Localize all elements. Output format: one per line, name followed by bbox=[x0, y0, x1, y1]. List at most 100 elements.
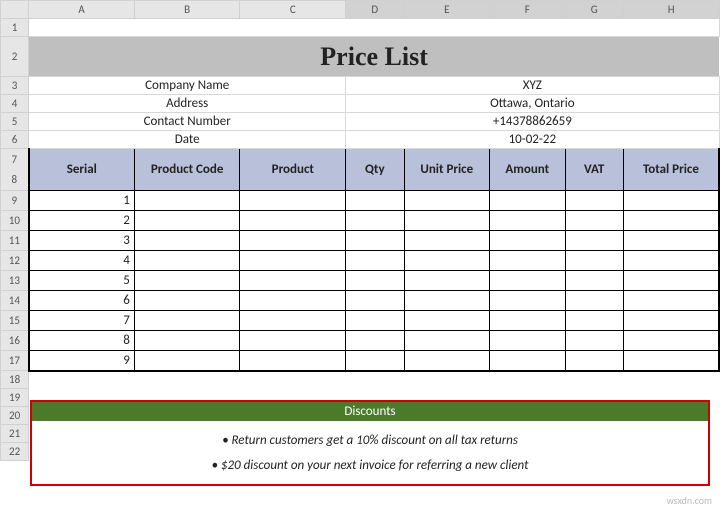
col-header-F[interactable]: F bbox=[490, 1, 565, 19]
col-header-C[interactable]: C bbox=[240, 1, 346, 19]
cell[interactable] bbox=[346, 351, 404, 371]
cell[interactable] bbox=[565, 231, 623, 251]
cell[interactable] bbox=[565, 351, 623, 371]
cell[interactable] bbox=[346, 291, 404, 311]
cell[interactable] bbox=[404, 271, 490, 291]
serial-cell[interactable]: 3 bbox=[29, 231, 135, 251]
cell[interactable] bbox=[134, 271, 240, 291]
row-header-21[interactable]: 21 bbox=[1, 425, 29, 443]
row-header-19[interactable]: 19 bbox=[1, 389, 29, 407]
row-header-4[interactable]: 4 bbox=[1, 95, 29, 113]
cell[interactable] bbox=[404, 251, 490, 271]
cell[interactable] bbox=[404, 231, 490, 251]
cell[interactable] bbox=[404, 291, 490, 311]
cell[interactable] bbox=[565, 191, 623, 211]
serial-cell[interactable]: 1 bbox=[29, 191, 135, 211]
cell[interactable] bbox=[490, 231, 565, 251]
cell[interactable] bbox=[623, 331, 719, 351]
cell[interactable] bbox=[134, 191, 240, 211]
cell[interactable] bbox=[623, 191, 719, 211]
header-product-code[interactable]: Product Code bbox=[134, 149, 240, 191]
cell[interactable] bbox=[240, 331, 346, 351]
cell[interactable] bbox=[134, 231, 240, 251]
row-header-15[interactable]: 15 bbox=[1, 311, 29, 331]
cell[interactable] bbox=[623, 311, 719, 331]
row-header-16[interactable]: 16 bbox=[1, 331, 29, 351]
cell[interactable] bbox=[346, 231, 404, 251]
cell[interactable] bbox=[346, 271, 404, 291]
cell[interactable] bbox=[623, 211, 719, 231]
cell[interactable] bbox=[565, 211, 623, 231]
contact-value[interactable]: +14378862659 bbox=[346, 113, 719, 131]
select-all-corner[interactable] bbox=[1, 1, 29, 19]
cell[interactable] bbox=[346, 211, 404, 231]
cell[interactable] bbox=[134, 251, 240, 271]
row-header-13[interactable]: 13 bbox=[1, 271, 29, 291]
cell[interactable] bbox=[565, 331, 623, 351]
cell[interactable] bbox=[490, 331, 565, 351]
cell[interactable] bbox=[490, 251, 565, 271]
address-value[interactable]: Ottawa, Ontario bbox=[346, 95, 719, 113]
cell[interactable] bbox=[240, 231, 346, 251]
serial-cell[interactable]: 5 bbox=[29, 271, 135, 291]
row-header-1[interactable]: 1 bbox=[1, 19, 29, 37]
col-header-B[interactable]: B bbox=[134, 1, 240, 19]
serial-cell[interactable]: 6 bbox=[29, 291, 135, 311]
row-header-20[interactable]: 20 bbox=[1, 407, 29, 425]
cell[interactable] bbox=[240, 251, 346, 271]
cell[interactable] bbox=[404, 351, 490, 371]
header-product[interactable]: Product bbox=[240, 149, 346, 191]
cell[interactable] bbox=[490, 291, 565, 311]
cell[interactable] bbox=[565, 251, 623, 271]
cell[interactable] bbox=[490, 191, 565, 211]
cell[interactable] bbox=[134, 331, 240, 351]
cell[interactable] bbox=[29, 371, 719, 389]
cell[interactable] bbox=[346, 311, 404, 331]
cell[interactable] bbox=[404, 311, 490, 331]
row-header-10[interactable]: 10 bbox=[1, 211, 29, 231]
cell[interactable] bbox=[346, 331, 404, 351]
cell[interactable] bbox=[134, 351, 240, 371]
cell[interactable] bbox=[623, 351, 719, 371]
header-unit-price[interactable]: Unit Price bbox=[404, 149, 490, 191]
col-header-H[interactable]: H bbox=[623, 1, 719, 19]
cell[interactable] bbox=[623, 271, 719, 291]
row-header-17[interactable]: 17 bbox=[1, 351, 29, 371]
col-header-G[interactable]: G bbox=[565, 1, 623, 19]
row-header-18[interactable]: 18 bbox=[1, 371, 29, 389]
row-header-8[interactable]: 8 bbox=[1, 170, 29, 191]
cell[interactable] bbox=[623, 231, 719, 251]
cell[interactable] bbox=[623, 291, 719, 311]
cell[interactable] bbox=[490, 211, 565, 231]
cell[interactable] bbox=[404, 191, 490, 211]
cell[interactable] bbox=[490, 351, 565, 371]
serial-cell[interactable]: 8 bbox=[29, 331, 135, 351]
row-header-7[interactable]: 7 bbox=[1, 149, 29, 170]
company-value[interactable]: XYZ bbox=[346, 77, 719, 95]
cell[interactable] bbox=[623, 251, 719, 271]
row-header-22[interactable]: 22 bbox=[1, 443, 29, 461]
cell[interactable] bbox=[240, 271, 346, 291]
header-total-price[interactable]: Total Price bbox=[623, 149, 719, 191]
row-header-12[interactable]: 12 bbox=[1, 251, 29, 271]
cell[interactable] bbox=[346, 251, 404, 271]
col-header-E[interactable]: E bbox=[404, 1, 490, 19]
cell[interactable] bbox=[565, 291, 623, 311]
cell[interactable] bbox=[565, 271, 623, 291]
row-header-11[interactable]: 11 bbox=[1, 231, 29, 251]
spreadsheet-grid[interactable]: A B C D E F G H 1 2 Price List 3 Company… bbox=[0, 0, 720, 461]
cell[interactable] bbox=[240, 311, 346, 331]
row-header-9[interactable]: 9 bbox=[1, 191, 29, 211]
cell[interactable] bbox=[240, 211, 346, 231]
cell[interactable] bbox=[240, 291, 346, 311]
cell[interactable] bbox=[134, 311, 240, 331]
col-header-D[interactable]: D bbox=[346, 1, 404, 19]
cell[interactable] bbox=[490, 271, 565, 291]
header-qty[interactable]: Qty bbox=[346, 149, 404, 191]
serial-cell[interactable]: 9 bbox=[29, 351, 135, 371]
cell[interactable] bbox=[29, 19, 719, 37]
serial-cell[interactable]: 7 bbox=[29, 311, 135, 331]
date-value[interactable]: 10-02-22 bbox=[346, 131, 719, 149]
header-vat[interactable]: VAT bbox=[565, 149, 623, 191]
row-header-6[interactable]: 6 bbox=[1, 131, 29, 149]
